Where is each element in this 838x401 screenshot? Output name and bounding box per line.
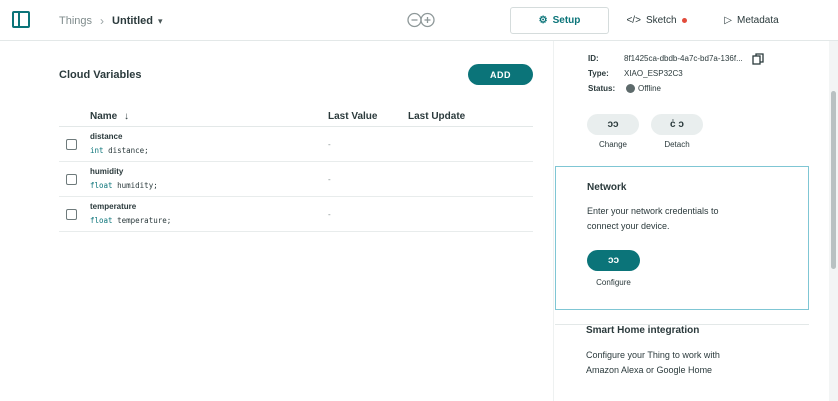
tab-setup-label: Setup — [552, 15, 581, 26]
variable-name: humidity — [90, 167, 124, 176]
variable-last-value: - — [328, 140, 331, 149]
sort-arrow-icon: ↓ — [124, 111, 130, 122]
network-description-line2: connect your device. — [587, 221, 670, 231]
panel-scrollbar[interactable] — [829, 41, 838, 401]
scrollbar-thumb[interactable] — [831, 91, 836, 269]
device-status-label: Status: — [588, 84, 616, 93]
table-row[interactable]: humidity float humidity; - — [59, 162, 533, 197]
smart-home-description-line2: Amazon Alexa or Google Home — [586, 365, 713, 375]
configure-label: Configure — [596, 278, 631, 287]
sidebar-toggle-icon[interactable] — [12, 11, 30, 28]
tab-setup[interactable]: ⚙ Setup — [510, 7, 609, 34]
configure-network-button[interactable]: ↄↄ — [587, 250, 640, 271]
smart-home-description-line1: Configure your Thing to work with — [586, 350, 720, 360]
copy-icon[interactable] — [752, 53, 764, 65]
tab-sketch[interactable]: </> Sketch — [609, 7, 704, 34]
thing-name-dropdown[interactable]: Untitled — [112, 15, 153, 27]
add-variable-button[interactable]: ADD — [468, 64, 533, 85]
unlink-icon: ċ ɔ — [670, 119, 684, 130]
device-panel: ID: 8f1425ca-dbdb-4a7c-bd7a-136f... Type… — [553, 41, 829, 401]
variable-declaration: float humidity; — [90, 181, 158, 190]
network-title: Network — [587, 182, 627, 193]
arduino-logo-icon — [407, 12, 435, 28]
variable-name: temperature — [90, 202, 137, 211]
variable-declaration: float temperature; — [90, 216, 172, 225]
tab-bar: ⚙ Setup </> Sketch ▷ Metadata — [510, 7, 799, 34]
breadcrumb: Things › Untitled ▾ — [59, 14, 163, 28]
gear-icon: ⚙ — [538, 15, 548, 26]
breadcrumb-things-link[interactable]: Things — [59, 15, 92, 27]
variable-last-value: - — [328, 175, 331, 184]
network-card: Network Enter your network credentials t… — [555, 166, 809, 310]
link-icon: ↄↄ — [607, 255, 620, 266]
tab-metadata-label: Metadata — [737, 15, 779, 26]
unsaved-dot-icon — [681, 18, 687, 23]
device-type-value: XIAO_ESP32C3 — [624, 69, 683, 78]
smart-home-title: Smart Home integration — [586, 325, 700, 336]
row-checkbox[interactable] — [66, 139, 77, 150]
table-row[interactable]: distance int distance; - — [59, 127, 533, 162]
device-status-value: Offline — [638, 84, 661, 93]
change-device-label: Change — [598, 140, 628, 149]
top-bar: Things › Untitled ▾ ⚙ Setup </> Sketch ▷… — [0, 0, 838, 41]
device-type-label: Type: — [588, 69, 609, 78]
row-checkbox[interactable] — [66, 209, 77, 220]
tab-sketch-label: Sketch — [645, 15, 677, 26]
column-header-last-update: Last Update — [408, 111, 466, 122]
code-icon: </> — [626, 15, 641, 26]
device-id-label: ID: — [588, 54, 599, 63]
change-device-button[interactable]: ↄↄ — [587, 114, 639, 135]
variable-name: distance — [90, 132, 123, 141]
network-description-line1: Enter your network credentials to — [587, 206, 719, 216]
column-header-name[interactable]: Name ↓ — [90, 111, 129, 122]
row-checkbox[interactable] — [66, 174, 77, 185]
variable-declaration: int distance; — [90, 146, 149, 155]
offline-status-icon — [626, 84, 635, 93]
column-header-last-value: Last Value — [328, 111, 378, 122]
cloud-variables-title: Cloud Variables — [59, 69, 142, 81]
detach-device-button[interactable]: ċ ɔ — [651, 114, 703, 135]
variable-last-value: - — [328, 210, 331, 219]
detach-device-label: Detach — [664, 140, 690, 149]
chevron-right-icon: › — [100, 14, 105, 28]
chevron-down-icon[interactable]: ▾ — [158, 16, 163, 27]
tag-icon: ▷ — [724, 15, 732, 26]
tab-metadata[interactable]: ▷ Metadata — [704, 7, 799, 34]
column-name-label: Name — [90, 111, 118, 122]
link-icon: ↄↄ — [607, 119, 619, 130]
table-row[interactable]: temperature float temperature; - — [59, 197, 533, 232]
device-id-value: 8f1425ca-dbdb-4a7c-bd7a-136f... — [624, 54, 743, 63]
